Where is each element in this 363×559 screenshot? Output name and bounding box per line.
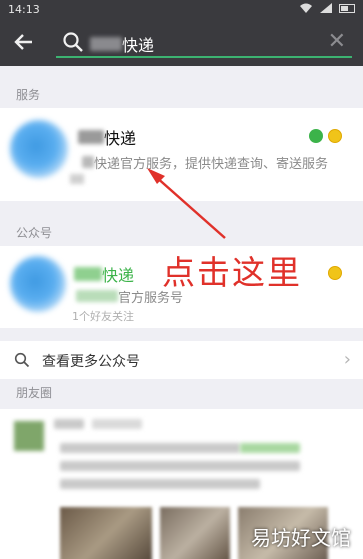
watermark-text: 易坊好文馆: [251, 526, 351, 550]
annotation-text: 点击这里: [162, 253, 302, 292]
